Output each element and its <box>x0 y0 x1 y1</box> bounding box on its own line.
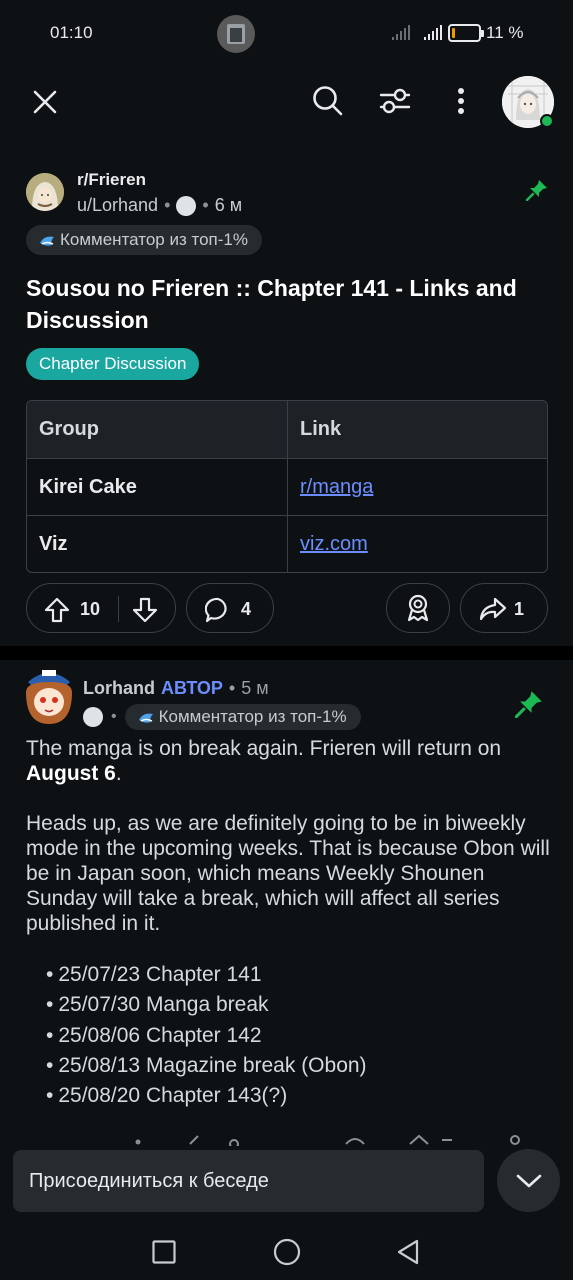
table-row: Kirei Cake r/manga <box>27 458 547 515</box>
battery-fill <box>452 28 455 38</box>
return-date: August 6 <box>26 762 116 785</box>
close-icon <box>33 90 57 114</box>
author-flair: Комментатор из топ-1% <box>26 225 262 255</box>
table-header: Link <box>287 401 547 458</box>
comment-flair-line: • Комментатор из топ-1% <box>83 704 361 730</box>
links-table: Group Link Kirei Cake r/manga Viz viz.co… <box>26 400 548 573</box>
search-icon <box>313 86 343 116</box>
schedule-list: 25/07/23 Chapter 141 25/07/30 Manga brea… <box>46 960 367 1111</box>
status-time: 01:10 <box>50 23 93 42</box>
comment-age: 5 м <box>241 678 269 698</box>
comment-body: The manga is on break again. Frieren wil… <box>26 736 551 961</box>
section-divider <box>0 646 573 660</box>
author-flair: Комментатор из топ-1% <box>124 704 361 730</box>
post-age: 6 м <box>214 195 243 215</box>
comment-author-line: Lorhand АВТОР • 5 м <box>83 678 269 699</box>
pin-icon <box>526 180 547 201</box>
post-author[interactable]: u/Lorhand <box>77 195 158 216</box>
author-mini-avatar-icon <box>176 195 197 216</box>
square-icon <box>152 1240 176 1264</box>
table-cell-group: Kirei Cake <box>39 475 137 498</box>
pin-icon <box>515 691 542 718</box>
comment-paragraph: Heads up, as we are definitely going to … <box>26 812 550 935</box>
chibi-avatar-icon <box>26 670 72 724</box>
downvote-button[interactable] <box>131 596 159 624</box>
upvote-count: 10 <box>80 599 101 619</box>
vote-divider <box>118 596 119 622</box>
share-icon <box>479 597 507 621</box>
separator-dot: • <box>202 195 209 215</box>
flair-text: Комментатор из топ-1% <box>158 707 347 726</box>
notification-thumbnail-icon <box>217 15 255 53</box>
table-cell-link[interactable]: r/manga <box>287 459 547 515</box>
comment-paragraph: The manga is on break again. Frieren wil… <box>26 737 502 785</box>
list-item: 25/08/06 Chapter 142 <box>46 1021 367 1051</box>
share-count: 1 <box>514 599 525 619</box>
downvote-icon <box>132 597 158 623</box>
upvote-icon <box>44 597 70 623</box>
table-cell-link[interactable]: viz.com <box>287 516 547 572</box>
recents-button[interactable] <box>148 1236 180 1268</box>
tune-icon <box>379 88 411 114</box>
list-item: 25/08/13 Magazine break (Obon) <box>46 1051 366 1081</box>
battery-percent: 11 % <box>486 23 524 42</box>
table-row: Viz viz.com <box>27 515 547 572</box>
table-header-row: Group Link <box>27 401 547 458</box>
list-item: 25/08/20 Chapter 143(?) <box>46 1081 367 1111</box>
online-status-dot <box>540 114 554 128</box>
back-button[interactable] <box>392 1235 424 1269</box>
comment-author[interactable]: Lorhand <box>83 678 155 699</box>
vote-control: 10 <box>26 583 176 633</box>
subreddit-avatar[interactable] <box>26 173 64 211</box>
separator-dot: • <box>164 195 171 215</box>
op-badge: АВТОР <box>161 678 223 698</box>
filter-button[interactable] <box>375 81 415 121</box>
author-mini-avatar-icon <box>83 707 103 727</box>
comment-count: 4 <box>241 599 252 619</box>
chevron-down-icon <box>516 1174 541 1187</box>
frieren-avatar-icon <box>26 173 64 211</box>
table-header: Group <box>39 418 99 440</box>
search-button[interactable] <box>308 81 348 121</box>
award-icon <box>407 594 429 622</box>
top-commenter-icon <box>40 236 54 246</box>
signal-sim1-icon <box>392 25 410 40</box>
status-bar: 01:10 11 % <box>0 0 573 66</box>
comments-button[interactable]: 4 <box>186 583 274 633</box>
comment-actions-peek <box>0 1130 573 1146</box>
collapse-button[interactable] <box>497 1149 560 1212</box>
top-app-bar <box>0 66 573 140</box>
more-options-button[interactable] <box>443 81 479 121</box>
join-conversation-input[interactable]: Присоединиться к беседе <box>13 1150 484 1212</box>
commenter-avatar[interactable] <box>20 664 78 726</box>
separator-dot: • <box>228 678 236 698</box>
signal-sim2-icon <box>424 25 442 40</box>
table-cell-group: Viz <box>39 532 68 555</box>
battery-icon <box>448 24 484 42</box>
triangle-back-icon <box>397 1239 419 1265</box>
subreddit-name[interactable]: r/Frieren <box>77 170 146 190</box>
flair-text: Комментатор из топ-1% <box>60 230 248 249</box>
post-tag[interactable]: Chapter Discussion <box>26 348 200 380</box>
close-button[interactable] <box>26 83 64 121</box>
home-button[interactable] <box>270 1235 304 1269</box>
award-button[interactable] <box>386 583 450 633</box>
list-item: 25/07/30 Manga break <box>46 990 367 1020</box>
circle-icon <box>273 1238 301 1266</box>
share-button[interactable]: 1 <box>460 583 548 633</box>
post-author-line: u/Lorhand • • 6 м <box>77 195 242 216</box>
post-actions: 10 4 1 <box>0 583 573 635</box>
top-commenter-icon <box>138 713 153 723</box>
upvote-button[interactable] <box>43 596 71 624</box>
system-nav-bar <box>0 1222 573 1280</box>
list-item: 25/07/23 Chapter 141 <box>46 960 367 990</box>
comment-icon <box>205 597 227 623</box>
separator-dot: • <box>111 708 117 725</box>
post-title[interactable]: Sousou no Frieren :: Chapter 141 - Links… <box>26 272 551 336</box>
more-vert-icon <box>458 88 464 114</box>
